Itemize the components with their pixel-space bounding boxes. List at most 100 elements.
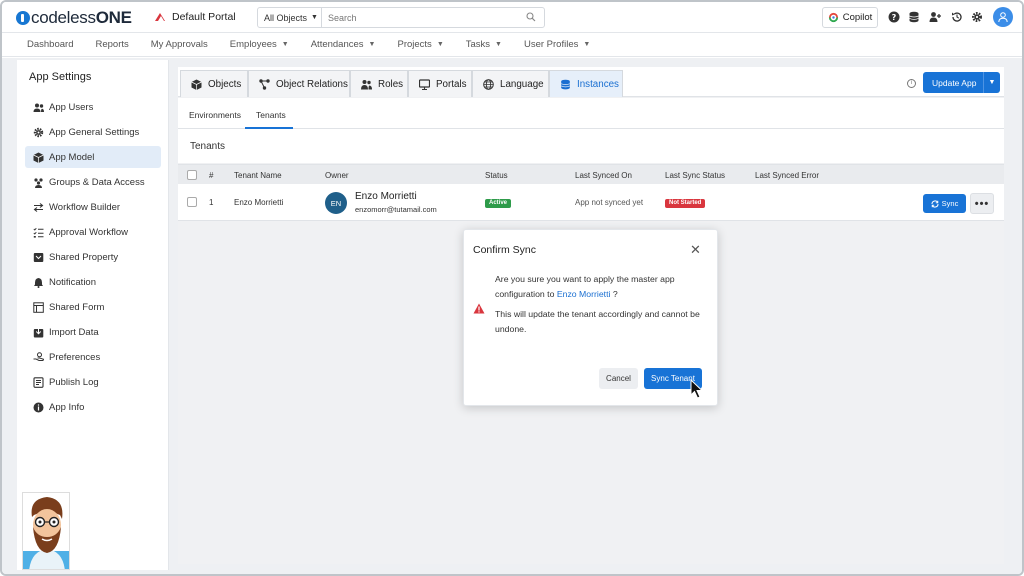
dialog-message: Are you sure you want to apply the maste… <box>495 274 675 299</box>
form-icon <box>33 301 44 313</box>
users-icon <box>33 102 44 113</box>
search-scope-select[interactable]: All Objects ▼ <box>258 8 322 27</box>
more-actions-button[interactable]: ••• <box>970 193 994 214</box>
copilot-button[interactable]: Copilot <box>822 7 878 28</box>
portal-logo-icon <box>155 13 165 21</box>
portal-selector[interactable]: Default Portal <box>154 11 236 23</box>
history-icon[interactable] <box>951 11 963 23</box>
help-icon[interactable]: ? <box>888 11 900 23</box>
caret-down-icon: ▼ <box>436 41 444 48</box>
user-avatar-icon[interactable] <box>993 7 1013 27</box>
sidebar-item-shared-form[interactable]: Shared Form <box>25 296 161 318</box>
relations-icon <box>259 78 270 90</box>
sidebar-item-notification[interactable]: Notification <box>25 271 161 293</box>
last-synced-on: App not synced yet <box>575 198 644 207</box>
database-icon[interactable] <box>908 11 920 23</box>
add-user-icon[interactable] <box>929 11 941 23</box>
nav-item-user-profiles[interactable]: User Profiles ▼ <box>524 39 590 50</box>
checklist-icon <box>33 227 44 238</box>
dialog-title: Confirm Sync <box>473 244 537 256</box>
sidebar-item-approval-workflow[interactable]: Approval Workflow <box>25 221 161 243</box>
close-icon[interactable]: ✕ <box>690 242 701 258</box>
subtab-environments[interactable]: Environments <box>189 110 241 120</box>
tenant-link[interactable]: Enzo Morrietti <box>557 289 611 299</box>
col-last-synced-error: Last Synced Error <box>755 171 820 180</box>
nav-item-dashboard[interactable]: Dashboard <box>27 39 73 50</box>
app-logo[interactable]: codeless ONE <box>16 8 132 28</box>
tab-language[interactable]: Language <box>472 70 549 97</box>
tab-bar: Objects Object Relations Roles Portals Langu… <box>178 67 1004 97</box>
tab-roles[interactable]: Roles <box>350 70 408 97</box>
update-app-dropdown-toggle[interactable]: ▼ <box>983 72 1000 93</box>
sidebar-item-shared-property[interactable]: Shared Property <box>25 246 161 268</box>
sidebar-item-app-info[interactable]: App Info <box>25 396 161 418</box>
sidebar-item-app-users[interactable]: App Users <box>25 96 161 118</box>
bell-icon <box>33 277 44 288</box>
dialog-warning-text: This will update the tenant accordingly … <box>495 309 700 334</box>
user-silhouette-icon <box>998 12 1008 23</box>
tab-objects[interactable]: Objects <box>180 70 248 97</box>
box-icon <box>33 252 44 263</box>
update-app-button[interactable]: Update App ▼ <box>923 72 1000 93</box>
settings-icon[interactable] <box>971 11 983 23</box>
sidebar-item-import-data[interactable]: Import Data <box>25 321 161 343</box>
nav-item-tasks[interactable]: Tasks ▼ <box>466 39 502 50</box>
logo-mark-icon <box>16 11 30 25</box>
arrows-icon <box>33 202 44 213</box>
assistant-avatar[interactable] <box>22 492 70 570</box>
search-input[interactable]: Search <box>322 8 544 27</box>
copilot-icon <box>828 12 838 23</box>
col-number: # <box>209 171 214 180</box>
cartoon-avatar-icon <box>23 497 69 569</box>
portal-name: Default Portal <box>172 11 236 23</box>
row-checkbox[interactable] <box>187 197 197 207</box>
sidebar-item-app-general-settings[interactable]: App General Settings <box>25 121 161 143</box>
mouse-cursor-icon <box>690 379 704 399</box>
caret-down-icon: ▼ <box>368 41 376 48</box>
section-title: Tenants <box>190 141 226 152</box>
subtab-tenants[interactable]: Tenants <box>256 110 286 120</box>
owner-name: Enzo Morrietti <box>355 191 417 202</box>
tab-instances[interactable]: Instances <box>549 70 623 97</box>
sidebar-item-groups-data-access[interactable]: Groups & Data Access <box>25 171 161 193</box>
col-status: Status <box>485 171 508 180</box>
database-icon <box>560 79 571 90</box>
row-number: 1 <box>209 198 214 207</box>
nav-item-projects[interactable]: Projects ▼ <box>397 39 443 50</box>
tab-object-relations[interactable]: Object Relations <box>248 70 350 97</box>
sidebar-item-publish-log[interactable]: Publish Log <box>25 371 161 393</box>
nav-item-employees[interactable]: Employees ▼ <box>230 39 289 50</box>
nav-item-reports[interactable]: Reports <box>95 39 128 50</box>
status-badge: Active <box>485 199 512 208</box>
app-settings-sidebar: App Settings App Users App General Settin… <box>17 60 169 570</box>
info-icon <box>33 402 44 413</box>
nav-item-my-approvals[interactable]: My Approvals <box>151 39 208 50</box>
warning-icon <box>473 303 485 314</box>
confirm-sync-dialog: Confirm Sync ✕ Are you sure you want to … <box>463 229 718 406</box>
select-all-checkbox[interactable] <box>187 170 197 180</box>
cube-icon <box>33 152 44 163</box>
log-icon <box>33 376 44 388</box>
nav-item-attendances[interactable]: Attendances ▼ <box>311 39 376 50</box>
sidebar-item-preferences[interactable]: Preferences <box>25 346 161 368</box>
sidebar-item-workflow-builder[interactable]: Workflow Builder <box>25 196 161 218</box>
tab-portals[interactable]: Portals <box>408 70 472 97</box>
gear-icon <box>33 127 44 138</box>
cancel-button[interactable]: Cancel <box>599 368 638 389</box>
table-row[interactable]: 1 Enzo Morrietti EN Enzo Morrietti enzom… <box>178 184 1004 221</box>
sidebar-title: App Settings <box>29 71 92 83</box>
info-icon[interactable]: i <box>907 79 916 88</box>
col-owner: Owner <box>325 171 349 180</box>
sub-tab-bar: Environments Tenants <box>178 98 1004 129</box>
cube-icon <box>191 79 202 90</box>
monitor-icon <box>418 78 431 90</box>
roles-icon <box>361 79 372 90</box>
col-last-sync-status: Last Sync Status <box>665 171 726 180</box>
search-icon <box>526 12 536 22</box>
main-nav: Dashboard Reports My Approvals Employees ▼ At… <box>2 33 1022 57</box>
app-window: codeless ONE Default Portal All Objects ▼ … <box>0 0 1024 576</box>
tenants-section-header: Tenants <box>178 129 1004 163</box>
sidebar-item-app-model[interactable]: App Model <box>25 146 161 168</box>
tenant-name: Enzo Morrietti <box>234 198 284 207</box>
sync-button[interactable]: Sync <box>923 194 966 213</box>
